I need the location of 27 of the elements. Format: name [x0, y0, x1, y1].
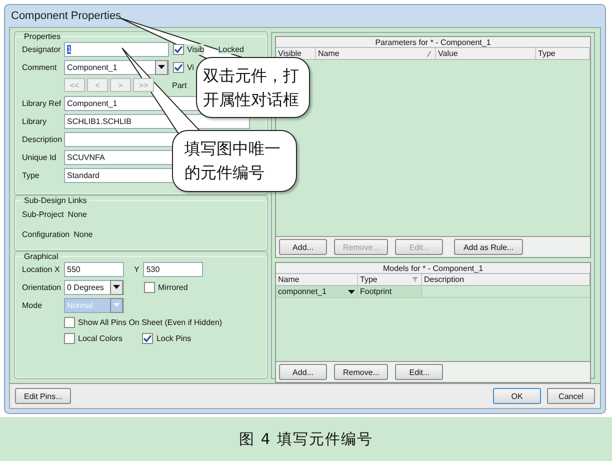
field-label: Configuration — [22, 230, 70, 238]
field-value: None — [74, 230, 93, 238]
group-title: Graphical — [23, 252, 60, 261]
field-label: Y — [134, 264, 140, 274]
field-label: Library Ref — [22, 98, 60, 108]
window-title: Component Properties — [10, 10, 122, 22]
callout-tooltip: 双击元件，打开属性对话框 — [196, 57, 310, 118]
field-value: None — [68, 210, 87, 218]
locked-label: Locked — [218, 44, 244, 54]
group-title: Sub-Design Links — [23, 196, 88, 205]
field-label: Mode — [22, 300, 44, 310]
field-label: Location X — [22, 264, 60, 274]
field-label: Designator — [22, 44, 60, 54]
part-label: Part — [172, 80, 187, 90]
field-label: Description — [22, 134, 60, 144]
panel-title: Models for * - Component_1 — [276, 263, 590, 274]
panel-title: Parameters for * - Component_1 — [276, 37, 590, 48]
field-label: Comment — [22, 62, 58, 72]
field-label: Orientation — [22, 282, 60, 292]
field-label: Library — [22, 116, 48, 126]
callout-tooltip: 填写图中唯一的元件编号 — [172, 130, 297, 192]
figure-caption: 图 4 填写元件编号 — [238, 430, 374, 448]
table-cell: Footprint — [358, 286, 422, 297]
field-label: Sub-Project — [22, 210, 64, 218]
field-label: Type — [22, 170, 40, 180]
group-title: Properties — [23, 32, 62, 41]
field-label: Unique Id — [22, 152, 58, 162]
